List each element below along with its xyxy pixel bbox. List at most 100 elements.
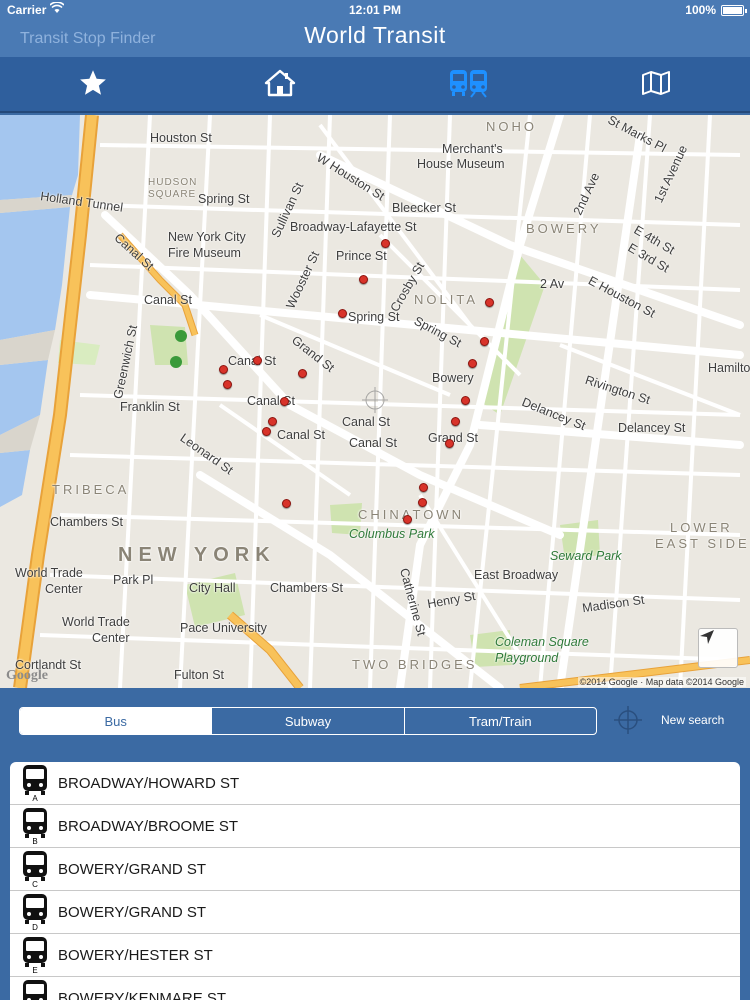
- stop-pin[interactable]: [268, 417, 277, 426]
- street-label: Houston St: [150, 131, 212, 145]
- stop-pin[interactable]: [468, 359, 477, 368]
- tab-bar: [0, 57, 750, 113]
- neighborhood-label: NOHO: [486, 119, 537, 134]
- stop-pin[interactable]: [338, 309, 347, 318]
- stop-pin[interactable]: [253, 356, 262, 365]
- neighborhood-label: BOWERY: [526, 221, 602, 236]
- stop-letter: D: [32, 923, 38, 932]
- navigation-bar: Transit Stop Finder World Transit: [0, 20, 750, 57]
- bus-icon: [22, 979, 48, 1000]
- poi-label: New York City: [168, 230, 246, 244]
- segment-bus[interactable]: Bus: [20, 708, 213, 734]
- station-label: World Trade: [62, 615, 130, 629]
- battery-percent: 100%: [685, 3, 716, 17]
- poi-label: Fire Museum: [168, 246, 241, 260]
- neighborhood-label: TRIBECA: [52, 482, 130, 497]
- stop-name: BROADWAY/HOWARD ST: [58, 775, 240, 792]
- station-label: Canal St: [342, 415, 390, 429]
- page-title: World Transit: [304, 22, 446, 48]
- map-icon: [641, 70, 671, 101]
- stop-pin[interactable]: [419, 483, 428, 492]
- transport-type-selector: Bus Subway Tram/Train: [19, 707, 597, 735]
- poi-label: Pace University: [180, 621, 267, 635]
- stop-pin[interactable]: [418, 498, 427, 507]
- list-item[interactable]: F BOWERY/KENMARE ST: [10, 977, 740, 1000]
- station-label: Franklin St: [120, 400, 180, 414]
- park-label: Coleman Square: [495, 635, 589, 649]
- station-label: Bleecker St: [392, 201, 456, 215]
- crosshair-icon[interactable]: [613, 705, 643, 735]
- segment-tram-train[interactable]: Tram/Train: [405, 708, 596, 734]
- stop-name: BOWERY/GRAND ST: [58, 861, 207, 878]
- street-label: Hamilto: [708, 361, 750, 375]
- battery-icon: [721, 5, 747, 16]
- station-label: East Broadway: [474, 568, 559, 582]
- station-label: Fulton St: [174, 668, 225, 682]
- park-label: Columbus Park: [349, 527, 435, 541]
- city-label: NEW YORK: [118, 544, 276, 566]
- street-label: Prince St: [336, 249, 387, 263]
- list-item[interactable]: D BOWERY/GRAND ST: [10, 891, 740, 934]
- station-label: Canal St: [277, 428, 325, 442]
- google-logo: Google: [6, 668, 48, 683]
- station-label: Chambers St: [270, 581, 343, 595]
- station-label: Canal St: [349, 436, 397, 450]
- list-item[interactable]: E BOWERY/HESTER ST: [10, 934, 740, 977]
- park-label: Seward Park: [550, 549, 622, 563]
- tab-favorites[interactable]: [73, 65, 113, 105]
- station-label: City Hall: [189, 581, 236, 595]
- tab-home[interactable]: [260, 65, 300, 105]
- status-bar: Carrier 12:01 PM 100%: [0, 0, 750, 20]
- clock: 12:01 PM: [348, 3, 402, 17]
- neighborhood-label: EAST SIDE: [655, 536, 750, 551]
- map-attribution[interactable]: ©2014 Google · Map data ©2014 Google: [577, 677, 746, 687]
- tab-transit[interactable]: [449, 65, 489, 105]
- station-label: Canal St: [144, 293, 192, 307]
- stop-pin[interactable]: [359, 275, 368, 284]
- stop-pin[interactable]: [298, 369, 307, 378]
- station-label: Broadway-Lafayette St: [290, 220, 417, 234]
- stop-pin[interactable]: [403, 515, 412, 524]
- neighborhood-label: LOWER: [670, 520, 733, 535]
- map-view[interactable]: Houston St NOHO St Marks Pl Merchant's H…: [0, 115, 750, 688]
- stop-letter: E: [32, 966, 38, 975]
- neighborhood-label: SQUARE: [148, 189, 197, 200]
- list-item[interactable]: B BROADWAY/BROOME ST: [10, 805, 740, 848]
- station-label: Park Pl: [113, 573, 154, 587]
- station-label: Bowery: [432, 371, 474, 385]
- stop-pin[interactable]: [223, 380, 232, 389]
- stop-pin[interactable]: [282, 499, 291, 508]
- home-icon: [264, 68, 296, 103]
- segment-subway[interactable]: Subway: [212, 708, 405, 734]
- station-label: 2 Av: [540, 277, 565, 291]
- stop-pin[interactable]: [381, 239, 390, 248]
- locate-me-button[interactable]: [698, 628, 738, 668]
- stop-pin[interactable]: [280, 397, 289, 406]
- new-search-button[interactable]: New search: [661, 713, 724, 727]
- station-label: Canal St: [228, 354, 276, 368]
- search-controls: Bus Subway Tram/Train New search: [0, 688, 750, 760]
- list-item[interactable]: C BOWERY/GRAND ST: [10, 848, 740, 891]
- stop-letter: A: [32, 794, 38, 803]
- stop-letter: B: [32, 837, 38, 846]
- stop-pin[interactable]: [480, 337, 489, 346]
- station-label: Center: [92, 631, 130, 645]
- star-icon: [78, 68, 108, 103]
- stop-pin[interactable]: [445, 439, 454, 448]
- list-item[interactable]: A BROADWAY/HOWARD ST: [10, 762, 740, 805]
- stop-pin[interactable]: [262, 427, 271, 436]
- station-label: Center: [45, 582, 83, 596]
- stop-pin[interactable]: [451, 417, 460, 426]
- park-label: Playground: [495, 651, 559, 665]
- tab-map[interactable]: [636, 65, 676, 105]
- station-label: Chambers St: [50, 515, 123, 529]
- station-label: Delancey St: [618, 421, 686, 435]
- stop-name: BOWERY/KENMARE ST: [58, 990, 227, 1000]
- stop-pin[interactable]: [219, 365, 228, 374]
- stop-pin[interactable]: [485, 298, 494, 307]
- poi-label: House Museum: [417, 157, 505, 171]
- stop-letter: C: [32, 880, 38, 889]
- neighborhood-label: TWO BRIDGES: [352, 657, 478, 672]
- stop-pin[interactable]: [461, 396, 470, 405]
- station-label: Spring St: [198, 192, 250, 206]
